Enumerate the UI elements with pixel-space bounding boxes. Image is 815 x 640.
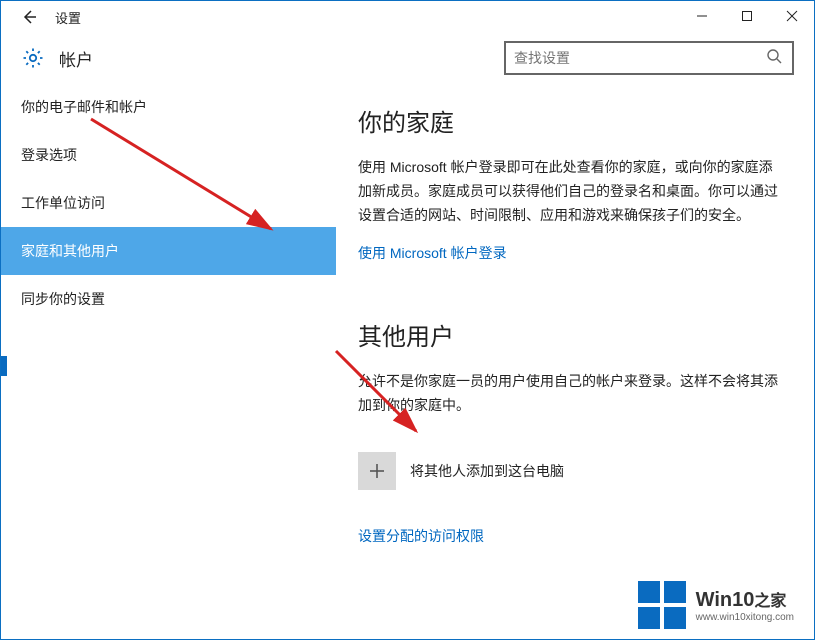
sidebar-item-label: 工作单位访问: [21, 193, 105, 213]
watermark-main: Win10之家: [696, 587, 794, 612]
minimize-button[interactable]: [679, 1, 724, 31]
assigned-access-link[interactable]: 设置分配的访问权限: [358, 526, 484, 546]
sidebar-item-family-other-users[interactable]: 家庭和其他用户: [1, 227, 336, 275]
sidebar: 你的电子邮件和帐户 登录选项 工作单位访问 家庭和其他用户 同步你的设置: [1, 83, 336, 639]
content: 你的家庭 使用 Microsoft 帐户登录即可在此处查看你的家庭，或向你的家庭…: [336, 83, 814, 639]
body: 你的电子邮件和帐户 登录选项 工作单位访问 家庭和其他用户 同步你的设置 你的家…: [1, 83, 814, 639]
watermark-url: www.win10xitong.com: [696, 612, 794, 623]
header: 帐户: [1, 33, 814, 83]
family-description: 使用 Microsoft 帐户登录即可在此处查看你的家庭，或向你的家庭添加新成员…: [358, 156, 786, 227]
sidebar-item-sync-settings[interactable]: 同步你的设置: [1, 275, 336, 323]
ms-account-signin-link[interactable]: 使用 Microsoft 帐户登录: [358, 243, 507, 263]
sidebar-item-signin-options[interactable]: 登录选项: [1, 131, 336, 179]
titlebar: 设置: [1, 1, 814, 33]
sidebar-item-label: 你的电子邮件和帐户: [21, 97, 147, 117]
page-title: 帐户: [59, 46, 93, 71]
settings-window: 设置 帐户: [0, 0, 815, 640]
sidebar-item-label: 同步你的设置: [21, 289, 105, 309]
close-icon: [786, 10, 798, 22]
family-heading: 你的家庭: [358, 103, 786, 138]
edge-highlight-strip: [1, 356, 7, 376]
watermark-text: Win10之家 www.win10xitong.com: [696, 587, 794, 623]
watermark: Win10之家 www.win10xitong.com: [638, 581, 794, 629]
back-arrow-icon: [20, 8, 38, 26]
other-users-description: 允许不是你家庭一员的用户使用自己的帐户来登录。这样不会将其添加到你的家庭中。: [358, 370, 786, 418]
search-input[interactable]: [514, 50, 784, 66]
close-button[interactable]: [769, 1, 814, 31]
sidebar-item-label: 登录选项: [21, 145, 77, 165]
maximize-button[interactable]: [724, 1, 769, 31]
watermark-logo-icon: [638, 581, 686, 629]
search-box[interactable]: [504, 41, 794, 75]
other-users-heading: 其他用户: [358, 317, 786, 352]
add-other-user-label: 将其他人添加到这台电脑: [410, 461, 564, 481]
window-title: 设置: [55, 8, 81, 27]
search-icon: [766, 48, 782, 69]
add-other-user-button[interactable]: 将其他人添加到这台电脑: [358, 452, 786, 490]
gear-icon: [21, 46, 45, 70]
minimize-icon: [696, 10, 708, 22]
sidebar-item-label: 家庭和其他用户: [21, 241, 119, 261]
window-controls: [679, 1, 814, 31]
back-button[interactable]: [11, 1, 47, 33]
sidebar-item-work-access[interactable]: 工作单位访问: [1, 179, 336, 227]
maximize-icon: [741, 10, 753, 22]
plus-icon: [358, 452, 396, 490]
sidebar-item-email-accounts[interactable]: 你的电子邮件和帐户: [1, 83, 336, 131]
